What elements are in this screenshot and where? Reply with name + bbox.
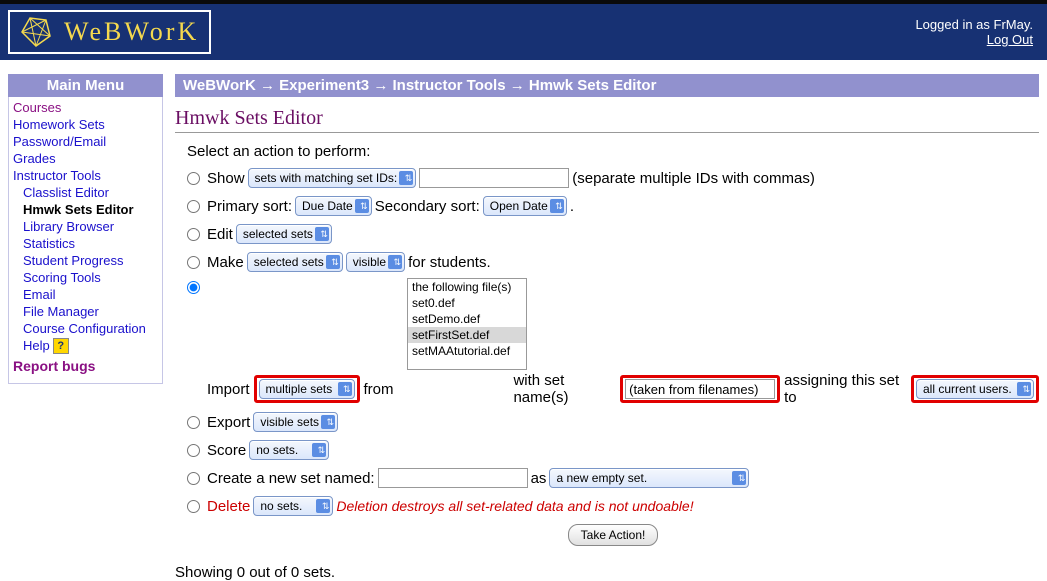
list-item[interactable]: setDemo.def	[408, 311, 526, 327]
import-assign-label: assigning this set to	[784, 372, 907, 406]
import-setnames-input[interactable]	[625, 379, 775, 399]
import-label: Import	[207, 381, 250, 398]
import-file-list[interactable]: the following file(s) set0.def setDemo.d…	[407, 278, 527, 370]
nav-grades[interactable]: Grades	[13, 150, 158, 167]
secondary-sort-select[interactable]: Open Date	[483, 196, 567, 216]
take-action-button[interactable]: Take Action!	[568, 524, 659, 546]
radio-create[interactable]	[187, 472, 200, 485]
logged-in-text: Logged in as FrMay.	[915, 17, 1033, 32]
nav-courses[interactable]: Courses	[13, 99, 158, 116]
logout-link[interactable]: Log Out	[987, 32, 1033, 47]
import-assign-select[interactable]: all current users.	[916, 379, 1034, 399]
header: WeBWorK Logged in as FrMay. Log Out	[0, 4, 1047, 60]
nav-hmwk-sets-editor[interactable]: Hmwk Sets Editor	[13, 201, 158, 218]
radio-sort[interactable]	[187, 200, 200, 213]
breadcrumb: WeBWorK → Experiment3 → Instructor Tools…	[175, 74, 1039, 97]
radio-make[interactable]	[187, 256, 200, 269]
import-setnames-label: with set name(s)	[513, 372, 616, 406]
radio-edit[interactable]	[187, 228, 200, 241]
nav-classlist-editor[interactable]: Classlist Editor	[13, 184, 158, 201]
create-name-input[interactable]	[378, 468, 528, 488]
create-type-select[interactable]: a new empty set.	[549, 468, 749, 488]
list-item[interactable]: setMAAtutorial.def	[408, 343, 526, 359]
import-which-select[interactable]: multiple sets	[259, 379, 355, 399]
list-item[interactable]: the following file(s)	[408, 279, 526, 295]
nav-help[interactable]: Help	[13, 337, 50, 354]
score-select[interactable]: no sets.	[249, 440, 329, 460]
create-as: as	[531, 470, 547, 487]
make-sets-select[interactable]: selected sets	[247, 252, 343, 272]
nav-homework-sets[interactable]: Homework Sets	[13, 116, 158, 133]
import-from: from	[364, 381, 394, 398]
make-visibility-select[interactable]: visible	[346, 252, 405, 272]
export-label: Export	[207, 414, 250, 431]
nav-report-bugs[interactable]: Report bugs	[13, 357, 158, 375]
create-label: Create a new set named:	[207, 470, 375, 487]
main: WeBWorK → Experiment3 → Instructor Tools…	[175, 74, 1039, 581]
show-hint: (separate multiple IDs with commas)	[572, 170, 815, 187]
nav-email[interactable]: Email	[13, 286, 158, 303]
radio-import[interactable]	[187, 281, 200, 294]
primary-sort-select[interactable]: Due Date	[295, 196, 372, 216]
nav-course-config[interactable]: Course Configuration	[13, 320, 158, 337]
nav-scoring-tools[interactable]: Scoring Tools	[13, 269, 158, 286]
radio-export[interactable]	[187, 416, 200, 429]
show-ids-input[interactable]	[419, 168, 569, 188]
delete-warning: Deletion destroys all set-related data a…	[336, 498, 693, 514]
nav-library-browser[interactable]: Library Browser	[13, 218, 158, 235]
nav-password-email[interactable]: Password/Email	[13, 133, 158, 150]
sidebar: Main Menu Courses Homework Sets Password…	[8, 74, 163, 581]
radio-score[interactable]	[187, 444, 200, 457]
radio-show[interactable]	[187, 172, 200, 185]
radio-delete[interactable]	[187, 500, 200, 513]
make-label: Make	[207, 254, 244, 271]
show-label: Show	[207, 170, 245, 187]
show-select[interactable]: sets with matching set IDs:	[248, 168, 417, 188]
logo-text: WeBWorK	[64, 17, 199, 47]
list-item[interactable]: set0.def	[408, 295, 526, 311]
sidebar-title: Main Menu	[8, 74, 163, 97]
help-icon[interactable]: ?	[53, 338, 69, 354]
delete-select[interactable]: no sets.	[253, 496, 333, 516]
action-prompt: Select an action to perform:	[187, 143, 1039, 160]
secondary-sort-label: Secondary sort:	[375, 198, 480, 215]
list-item[interactable]: setFirstSet.def	[408, 327, 526, 343]
page-title: Hmwk Sets Editor	[175, 103, 1039, 133]
result-count: Showing 0 out of 0 sets.	[175, 564, 1039, 581]
edit-select[interactable]: selected sets	[236, 224, 332, 244]
score-label: Score	[207, 442, 246, 459]
logo[interactable]: WeBWorK	[8, 10, 211, 54]
nav-instructor-tools[interactable]: Instructor Tools	[13, 167, 158, 184]
export-select[interactable]: visible sets	[253, 412, 338, 432]
primary-sort-label: Primary sort:	[207, 198, 292, 215]
nav-statistics[interactable]: Statistics	[13, 235, 158, 252]
make-tail: for students.	[408, 254, 491, 271]
delete-label: Delete	[207, 498, 250, 515]
edit-label: Edit	[207, 226, 233, 243]
nav-file-manager[interactable]: File Manager	[13, 303, 158, 320]
nav-student-progress[interactable]: Student Progress	[13, 252, 158, 269]
